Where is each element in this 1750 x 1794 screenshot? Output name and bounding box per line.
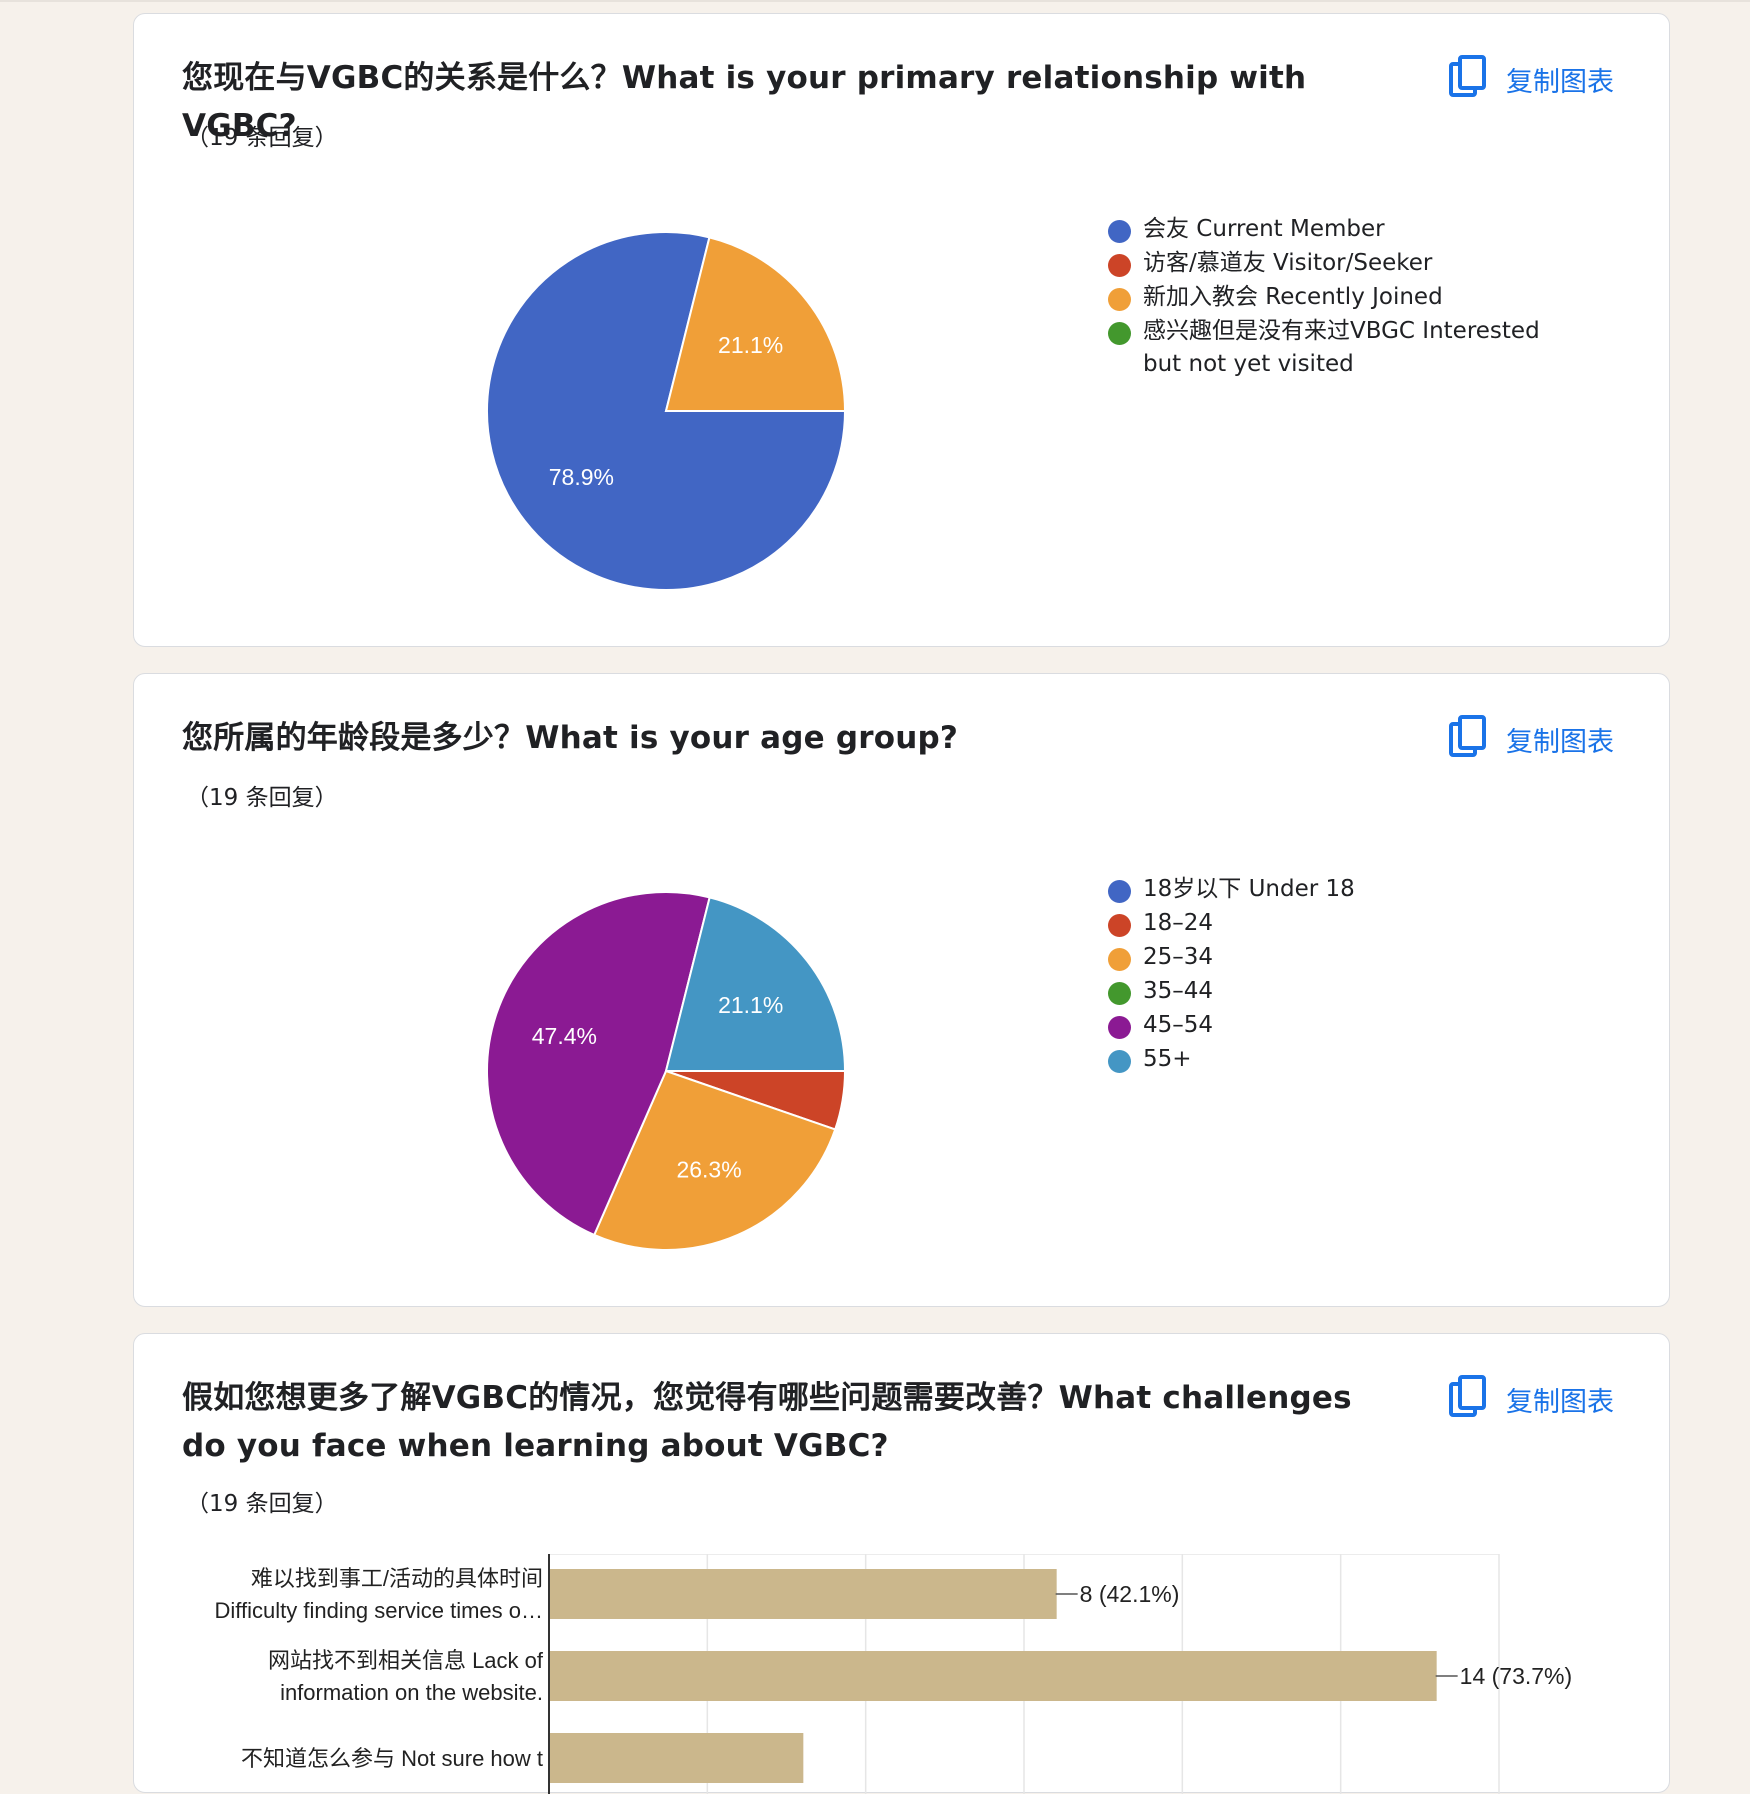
pie-data-label: 21.1%: [718, 332, 783, 358]
response-count: （19 条回复）: [186, 1491, 338, 1517]
legend-item: 新加入教会 Recently Joined: [1108, 280, 1578, 314]
legend-label: 新加入教会 Recently Joined: [1143, 284, 1443, 310]
legend-item: 25–34: [1108, 940, 1578, 974]
legend-label: 会友 Current Member: [1143, 216, 1385, 242]
legend-swatch: [1108, 288, 1131, 311]
bar-data-label: 14 (73.7%): [1460, 1663, 1573, 1689]
copy-chart-button[interactable]: 复制图表: [1448, 1374, 1614, 1425]
chart-legend: 18岁以下 Under 18 18–24 25–34 35–44 45–54 55+: [1108, 872, 1578, 1076]
bar: [550, 1733, 804, 1783]
copy-icon: [1448, 1374, 1488, 1425]
category-label: 难以找到事工/活动的具体时间: [251, 1566, 543, 1591]
legend-item: 会友 Current Member: [1108, 212, 1578, 246]
legend-item: 45–54: [1108, 1008, 1578, 1042]
pie-data-label: 78.9%: [549, 464, 614, 490]
legend-label: 感兴趣但是没有来过VBGC Interested but not yet vis…: [1143, 318, 1540, 377]
legend-swatch: [1108, 914, 1131, 937]
pie-data-label: 26.3%: [676, 1156, 741, 1182]
copy-icon: [1448, 714, 1488, 765]
question-title: 假如您想更多了解VGBC的情况，您觉得有哪些问题需要改善？What challe…: [182, 1380, 1352, 1464]
legend-item: 访客/慕道友 Visitor/Seeker: [1108, 246, 1578, 280]
legend-swatch: [1108, 254, 1131, 277]
bar: [550, 1569, 1057, 1619]
page-top-border: [0, 0, 1750, 2]
chart-legend: 会友 Current Member 访客/慕道友 Visitor/Seeker 新加…: [1108, 212, 1578, 381]
legend-label: 25–34: [1143, 944, 1214, 970]
legend-swatch: [1108, 982, 1131, 1005]
legend-swatch: [1108, 220, 1131, 243]
legend-item: 18–24: [1108, 906, 1578, 940]
legend-label: 18岁以下 Under 18: [1143, 876, 1355, 902]
legend-swatch: [1108, 948, 1131, 971]
legend-swatch: [1108, 1016, 1131, 1039]
legend-item: 35–44: [1108, 974, 1578, 1008]
copy-icon: [1448, 54, 1488, 105]
copy-chart-label: 复制图表: [1506, 67, 1614, 98]
legend-swatch: [1108, 1050, 1131, 1073]
response-count: （19 条回复）: [186, 785, 338, 811]
legend-label: 35–44: [1143, 978, 1214, 1004]
pie-chart-age-group: 26.3% 47.4% 21.1%: [486, 891, 847, 1251]
legend-item: 18岁以下 Under 18: [1108, 872, 1578, 906]
legend-label: 45–54: [1143, 1012, 1214, 1038]
question-card-relationship: 您现在与VGBC的关系是什么？What is your primary rela…: [133, 13, 1670, 647]
legend-swatch: [1108, 322, 1131, 345]
bar-data-label: 8 (42.1%): [1080, 1581, 1180, 1607]
question-card-age-group: 您所属的年龄段是多少？What is your age group? （19 条…: [133, 673, 1670, 1307]
legend-item: 感兴趣但是没有来过VBGC Interested but not yet vis…: [1108, 314, 1578, 381]
category-label: 不知道怎么参与 Not sure how t: [241, 1746, 543, 1771]
question-title: 您所属的年龄段是多少？What is your age group?: [182, 720, 959, 756]
bar: [550, 1651, 1437, 1701]
category-label: Difficulty finding service times o…: [215, 1598, 544, 1623]
question-card-challenges: 假如您想更多了解VGBC的情况，您觉得有哪些问题需要改善？What challe…: [133, 1333, 1670, 1794]
bar-chart-challenges: 难以找到事工/活动的具体时间 Difficulty finding service…: [215, 1554, 1573, 1794]
pie-chart-relationship: 78.9% 21.1%: [486, 231, 847, 591]
legend-label: 55+: [1143, 1046, 1192, 1072]
legend-label: 18–24: [1143, 910, 1214, 936]
legend-swatch: [1108, 880, 1131, 903]
category-label: 网站找不到相关信息 Lack of: [268, 1648, 544, 1673]
copy-chart-button[interactable]: 复制图表: [1448, 714, 1614, 765]
pie-data-label: 47.4%: [532, 1023, 597, 1049]
response-count: （19 条回复）: [186, 125, 338, 151]
category-label: information on the website.: [280, 1680, 543, 1705]
legend-label: 访客/慕道友 Visitor/Seeker: [1143, 250, 1433, 276]
copy-chart-label: 复制图表: [1506, 1387, 1614, 1418]
question-title: 您现在与VGBC的关系是什么？What is your primary rela…: [182, 60, 1307, 144]
copy-chart-label: 复制图表: [1506, 727, 1614, 758]
copy-chart-button[interactable]: 复制图表: [1448, 54, 1614, 105]
pie-data-label: 21.1%: [718, 992, 783, 1018]
legend-item: 55+: [1108, 1042, 1578, 1076]
